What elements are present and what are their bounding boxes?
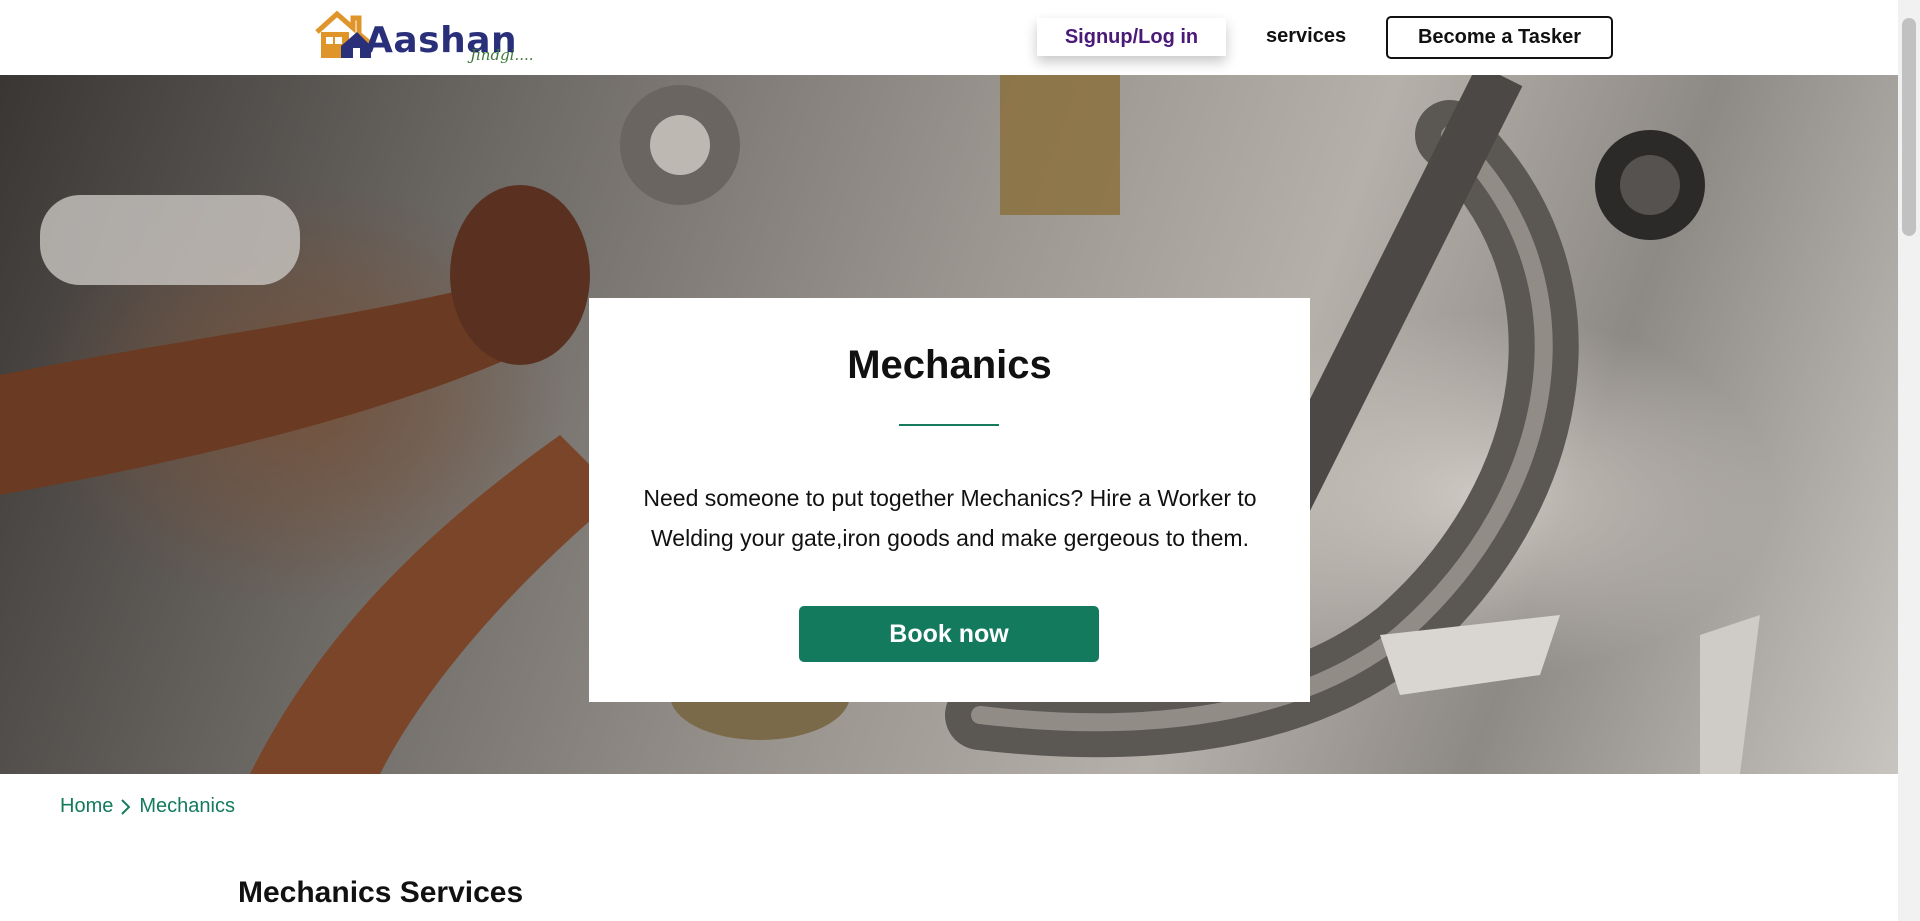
book-now-button[interactable]: Book now	[799, 606, 1099, 662]
title-divider	[899, 424, 999, 426]
brand-tagline: Jindgi....	[470, 46, 534, 64]
brand-logo[interactable]: Aashan Jindgi....	[313, 6, 543, 68]
service-description: Need someone to put together Mechanics? …	[643, 485, 1257, 551]
services-link[interactable]: services	[1266, 25, 1346, 48]
service-card: Mechanics Need someone to put together M…	[589, 298, 1310, 702]
breadcrumb: Home Mechanics	[60, 795, 235, 818]
site-header: Aashan Jindgi.... Signup/Log in services…	[0, 0, 1898, 75]
page-scrollbar[interactable]	[1898, 0, 1920, 921]
signup-login-button[interactable]: Signup/Log in	[1037, 18, 1226, 56]
hero-banner: Mechanics Need someone to put together M…	[0, 75, 1898, 774]
become-tasker-button[interactable]: Become a Tasker	[1386, 16, 1613, 59]
section-title: Mechanics Services	[238, 876, 524, 909]
breadcrumb-home[interactable]: Home	[60, 795, 113, 818]
breadcrumb-current[interactable]: Mechanics	[139, 795, 235, 818]
chevron-right-icon	[121, 798, 131, 815]
service-title: Mechanics	[847, 343, 1052, 387]
scrollbar-thumb[interactable]	[1902, 18, 1916, 236]
